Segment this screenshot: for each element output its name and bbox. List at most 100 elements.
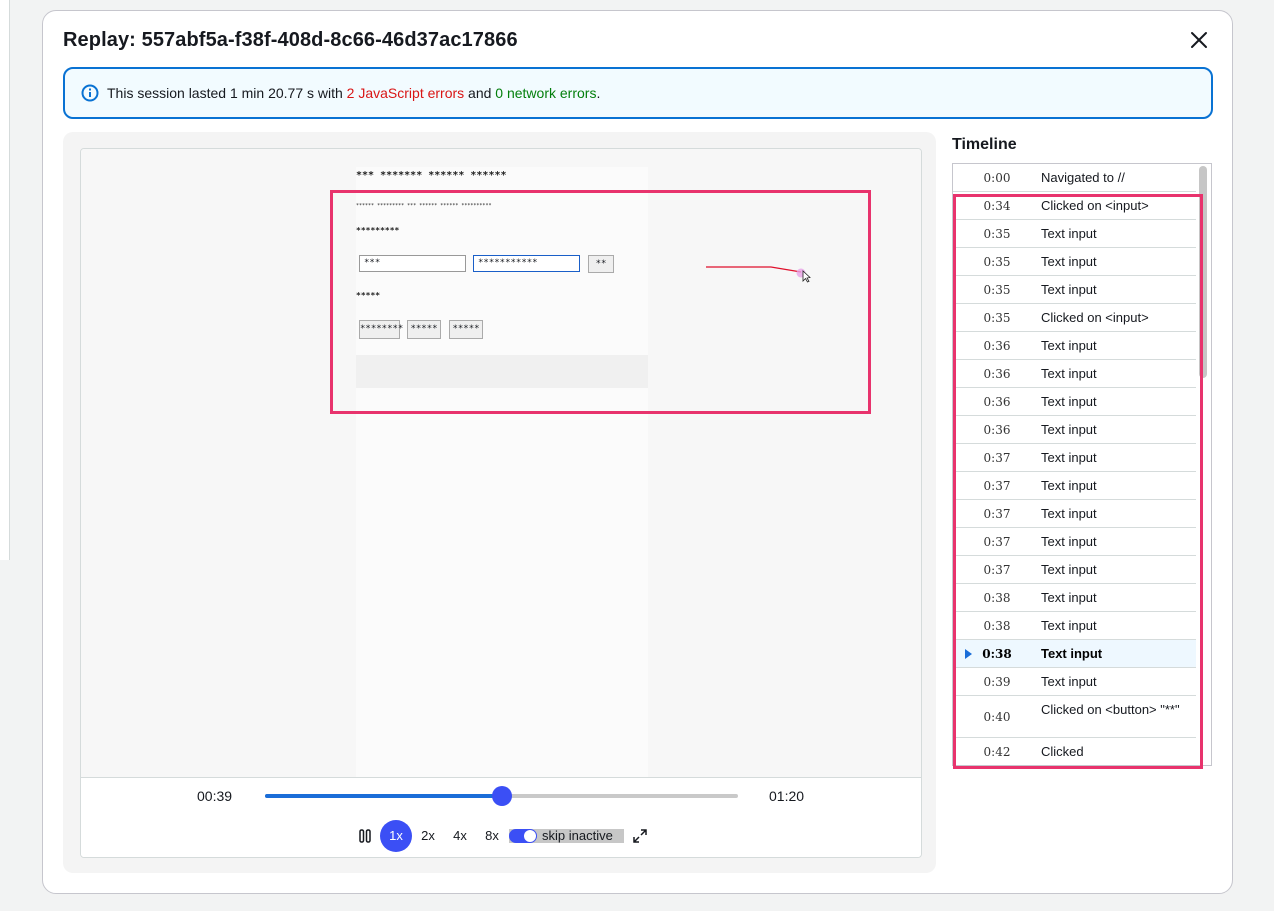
- timeline-event-time: 0:42: [983, 745, 1011, 759]
- speed-4x-button[interactable]: 4x: [448, 820, 472, 852]
- timeline-event[interactable]: 0:34 Clicked on <input>: [953, 192, 1196, 220]
- replay-viewport: *** ******* ****** ****** ****** *******…: [81, 149, 921, 787]
- timeline-event[interactable]: 0:37 Text input: [953, 444, 1196, 472]
- timeline-title: Timeline: [952, 136, 1017, 153]
- timeline-event-label: Clicked on <input>: [1041, 310, 1149, 325]
- skip-inactive-label: skip inactive: [542, 828, 613, 843]
- playback-controls: 1x 2x 4x 8x skip inactive: [81, 820, 921, 852]
- timeline-event-label: Text input: [1041, 590, 1097, 605]
- timeline-event-time: 0:00: [983, 171, 1011, 185]
- replay-player: *** ******* ****** ****** ****** *******…: [80, 148, 922, 858]
- timeline-event-label: Clicked: [1041, 744, 1084, 759]
- timeline-event[interactable]: 0:35 Text input: [953, 220, 1196, 248]
- timeline-event[interactable]: 0:37 Text input: [953, 500, 1196, 528]
- alert-text-middle: and: [464, 85, 496, 101]
- pause-button[interactable]: [355, 820, 375, 852]
- timeline-event-time: 0:36: [983, 367, 1011, 381]
- timeline-event-time: 0:35: [983, 311, 1011, 325]
- timeline-event-label: Text input: [1041, 366, 1097, 381]
- timeline-event[interactable]: 0:36 Text input: [953, 388, 1196, 416]
- timeline-event-time: 0:37: [983, 507, 1011, 521]
- timeline-event-label: Text input: [1041, 646, 1103, 661]
- alert-text-prefix: This session lasted 1 min 20.77 s with: [107, 85, 347, 101]
- replay-modal: Replay: 557abf5a-f38f-408d-8c66-46d37ac1…: [42, 10, 1233, 894]
- timeline-event-time: 0:38: [983, 591, 1011, 605]
- timeline-event[interactable]: 0:38 Text input: [953, 640, 1196, 668]
- timeline-event[interactable]: 0:36 Text input: [953, 360, 1196, 388]
- timeline-event-time: 0:36: [983, 395, 1011, 409]
- timeline-event-time: 0:37: [983, 479, 1011, 493]
- masked-heading: *** ******* ****** ******: [356, 170, 507, 181]
- timeline-event-label: Text input: [1041, 534, 1097, 549]
- timeline-event-time: 0:37: [983, 535, 1011, 549]
- timeline-event[interactable]: 0:37 Text input: [953, 556, 1196, 584]
- timeline-event-time: 0:34: [983, 199, 1011, 213]
- timeline-event-label: Text input: [1041, 562, 1097, 577]
- timeline-event[interactable]: 0:35 Text input: [953, 276, 1196, 304]
- skip-inactive-control[interactable]: skip inactive: [509, 828, 624, 843]
- timeline-event[interactable]: 0:38 Text input: [953, 584, 1196, 612]
- timeline-event-time: 0:37: [983, 451, 1011, 465]
- timeline-event[interactable]: 0:35 Text input: [953, 248, 1196, 276]
- modal-title: Replay: 557abf5a-f38f-408d-8c66-46d37ac1…: [63, 29, 518, 51]
- timeline-event-time: 0:40: [983, 710, 1011, 724]
- timeline-event[interactable]: 0:39 Text input: [953, 668, 1196, 696]
- js-errors-count: 2 JavaScript errors: [346, 85, 465, 101]
- timeline-event-label: Text input: [1041, 394, 1097, 409]
- background-page: [0, 0, 10, 560]
- timeline-event-time: 0:36: [983, 423, 1011, 437]
- timeline-event[interactable]: 0:00 Navigated to //: [953, 164, 1196, 192]
- progress-thumb[interactable]: [491, 786, 512, 806]
- timeline-event-label: Navigated to //: [1041, 170, 1125, 185]
- fullscreen-icon: [633, 829, 647, 843]
- annotation-highlight: [330, 190, 871, 414]
- speed-1x-button[interactable]: 1x: [380, 820, 412, 852]
- timeline-event-label: Text input: [1041, 226, 1097, 241]
- alert-text-suffix: .: [596, 85, 601, 101]
- timeline-event-time: 0:38: [983, 619, 1011, 633]
- timeline-event[interactable]: 0:36 Text input: [953, 416, 1196, 444]
- progress-fill: [265, 794, 502, 798]
- timeline-event-time: 0:37: [983, 563, 1011, 577]
- fullscreen-button[interactable]: [630, 820, 650, 852]
- timeline-event-time: 0:35: [983, 283, 1011, 297]
- timeline-event-label: Text input: [1041, 618, 1097, 633]
- active-event-indicator: [953, 640, 956, 667]
- timeline-event-label: Text input: [1041, 338, 1097, 353]
- close-icon: [1191, 32, 1207, 48]
- speed-2x-button[interactable]: 2x: [416, 820, 440, 852]
- timeline-event-time: 0:36: [983, 339, 1011, 353]
- replay-player-container: *** ******* ****** ****** ****** *******…: [63, 132, 936, 873]
- network-errors-count: 0 network errors: [495, 85, 597, 101]
- timeline-event-label: Text input: [1041, 478, 1097, 493]
- pause-icon: [359, 829, 371, 843]
- timeline-event-label: Clicked on <input>: [1041, 198, 1149, 213]
- timeline-event[interactable]: 0:37 Text input: [953, 472, 1196, 500]
- total-time: 01:20: [769, 788, 805, 804]
- current-time: 00:39: [197, 788, 233, 804]
- timeline-event-label: Text input: [1041, 254, 1097, 269]
- timeline-event-label: Text input: [1041, 450, 1097, 465]
- timeline-event[interactable]: 0:37 Text input: [953, 528, 1196, 556]
- skip-inactive-toggle[interactable]: [509, 829, 537, 843]
- timeline-event[interactable]: 0:42 Clicked: [953, 738, 1196, 765]
- timeline-event[interactable]: 0:35 Clicked on <input>: [953, 304, 1196, 332]
- timeline-event-label: Text input: [1041, 674, 1097, 689]
- timeline-event-label: Text input: [1041, 422, 1097, 437]
- timeline-event-time: 0:38: [982, 647, 1012, 661]
- timeline-scrollbar[interactable]: [1199, 166, 1207, 378]
- toggle-knob: [524, 830, 536, 842]
- progress-bar[interactable]: [265, 786, 738, 806]
- timeline-event-time: 0:35: [983, 227, 1011, 241]
- close-button[interactable]: [1188, 29, 1210, 51]
- timeline-event-label: Clicked on <button> "**": [1041, 702, 1180, 717]
- timeline-event[interactable]: 0:38 Text input: [953, 612, 1196, 640]
- info-icon: [81, 84, 99, 102]
- timeline-event-time: 0:39: [983, 675, 1011, 689]
- timeline-event-label: Text input: [1041, 506, 1097, 521]
- timeline-event-label: Text input: [1041, 282, 1097, 297]
- timeline-list: 0:00 Navigated to // 0:34 Clicked on <input…: [952, 163, 1212, 766]
- timeline-event[interactable]: 0:40 Clicked on <button> "**": [953, 696, 1196, 738]
- timeline-event[interactable]: 0:36 Text input: [953, 332, 1196, 360]
- speed-8x-button[interactable]: 8x: [480, 820, 504, 852]
